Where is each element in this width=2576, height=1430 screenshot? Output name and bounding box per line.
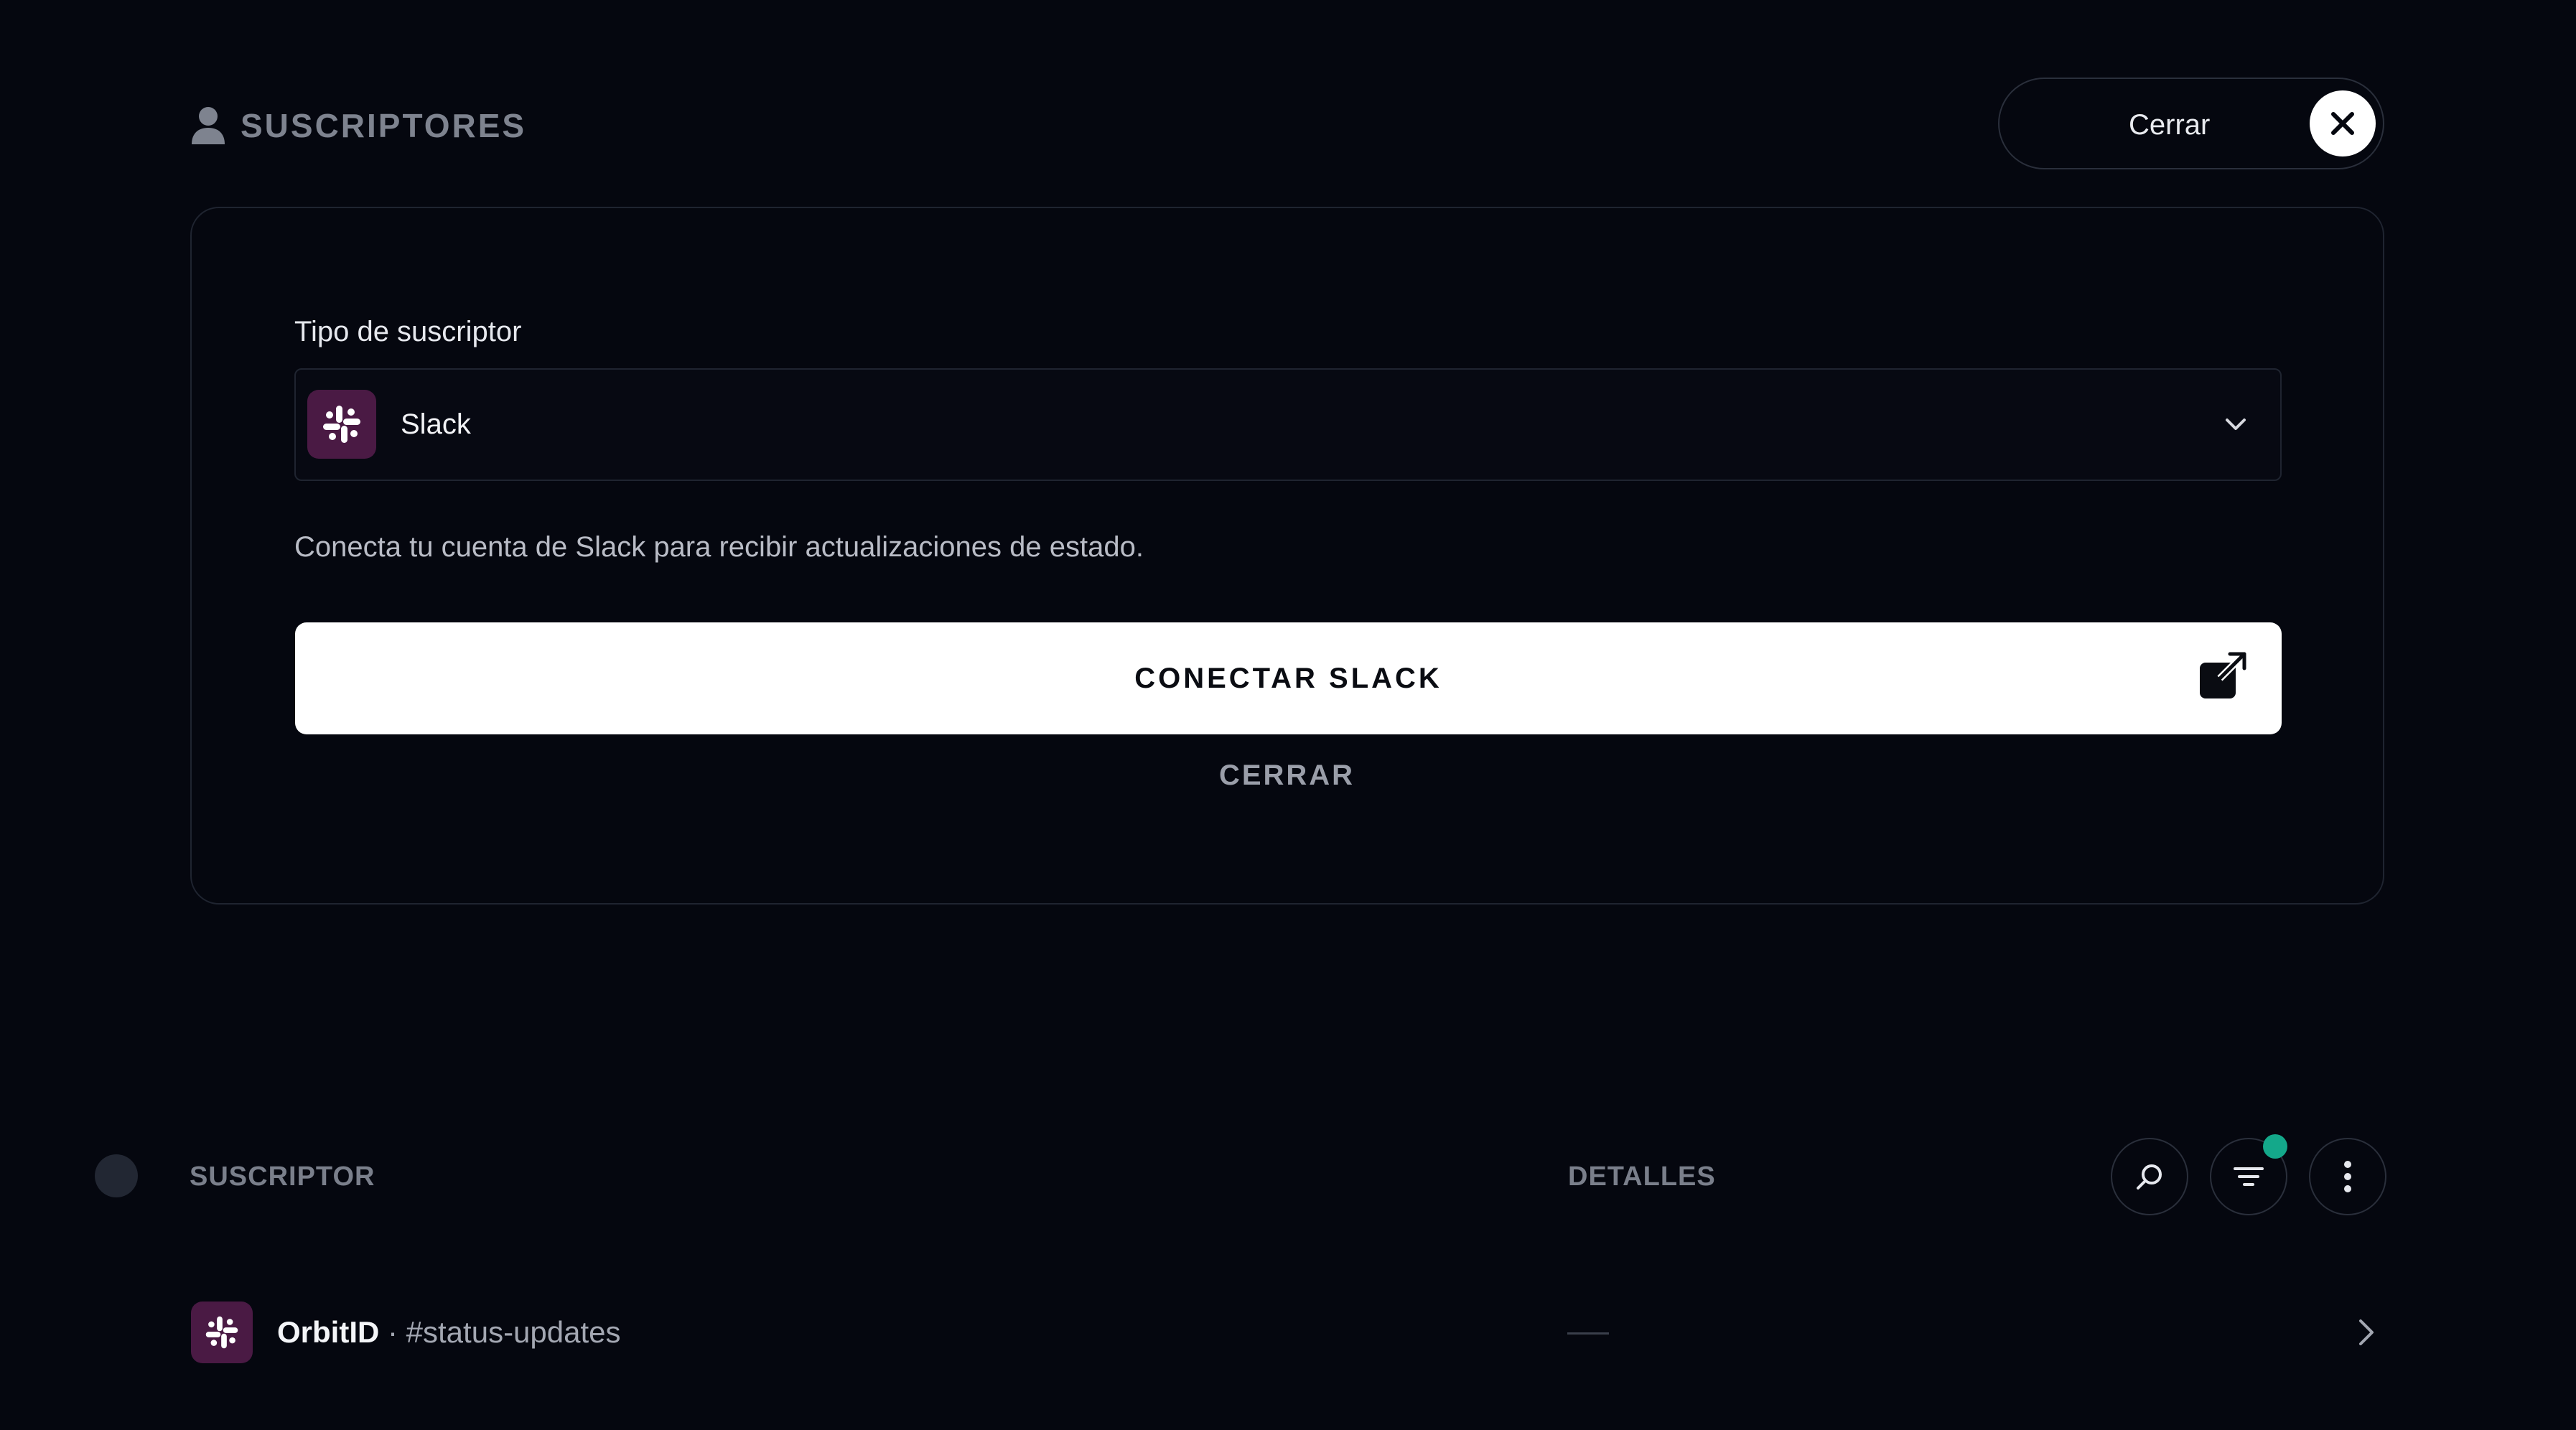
filter-icon [2234, 1167, 2264, 1186]
select-all-checkbox[interactable] [95, 1154, 138, 1197]
more-options-button[interactable] [2309, 1138, 2386, 1215]
column-header-subscriber[interactable]: SUSCRIPTOR [190, 1162, 375, 1192]
subscriber-type-select[interactable]: Slack [294, 368, 2282, 481]
close-button-label: Cerrar [2129, 109, 2211, 141]
slack-icon [191, 1302, 253, 1363]
table-row[interactable]: OrbitID · #status-updates [277, 1315, 621, 1350]
separator: · [379, 1315, 406, 1349]
chevron-right-icon[interactable] [2355, 1317, 2378, 1348]
subscriber-name: OrbitID [277, 1315, 380, 1349]
subscriber-type-label: Tipo de suscriptor [294, 316, 522, 347]
external-link-icon [2200, 651, 2247, 698]
search-icon [2137, 1164, 2162, 1190]
close-icon[interactable] [2310, 90, 2376, 156]
chevron-down-icon [2226, 419, 2246, 430]
connect-slack-button[interactable]: CONECTAR SLACK [295, 622, 2282, 734]
details-empty-value [1567, 1332, 1609, 1335]
more-vertical-icon [2344, 1161, 2351, 1192]
section-title: SUSCRIPTORES [241, 107, 527, 144]
user-icon [192, 107, 225, 144]
slack-icon [307, 390, 376, 459]
cancel-button[interactable]: CERRAR [1149, 760, 1425, 792]
filter-active-indicator [2263, 1134, 2287, 1159]
subscriber-channel: #status-updates [406, 1315, 621, 1349]
selected-subscriber-type: Slack [401, 408, 471, 440]
column-header-details[interactable]: DETALLES [1568, 1162, 1716, 1192]
section-header: SUSCRIPTORES [190, 101, 526, 151]
connect-slack-label: CONECTAR SLACK [1134, 663, 1442, 694]
search-button[interactable] [2111, 1138, 2188, 1215]
helper-text: Conecta tu cuenta de Slack para recibir … [294, 531, 1144, 563]
close-button[interactable]: Cerrar [1998, 78, 2384, 169]
